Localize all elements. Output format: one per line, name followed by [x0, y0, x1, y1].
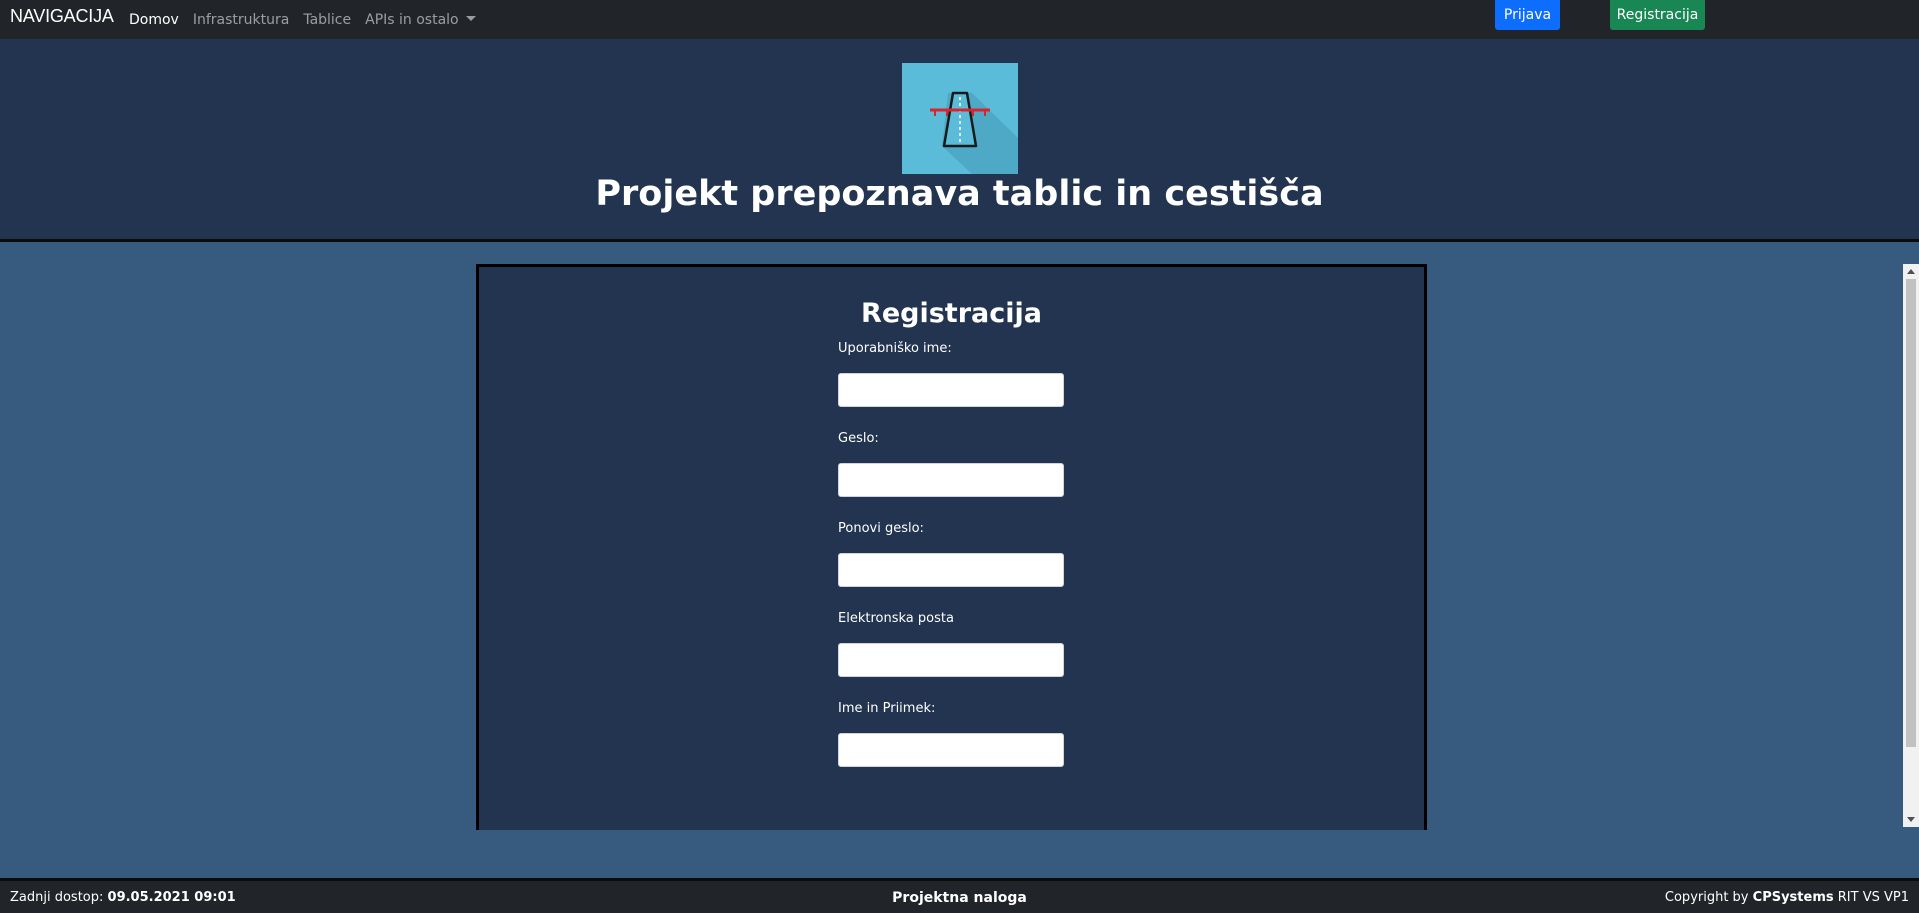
page-title: Projekt prepoznava tablic in cestišča: [595, 174, 1324, 214]
nav-links: Domov Infrastruktura Tablice APIs in ost…: [129, 0, 490, 39]
registration-card: Registracija Uporabniško ime: Geslo: Pon…: [476, 264, 1427, 830]
register-button[interactable]: Registracija: [1610, 0, 1705, 30]
copyright-company: CPSystems: [1752, 890, 1834, 905]
scroll-up-icon[interactable]: [1907, 269, 1915, 274]
navbar-brand[interactable]: NAVIGACIJA: [10, 6, 114, 27]
full-name-label: Ime in Priimek:: [838, 701, 936, 716]
form-title: Registracija: [861, 298, 1042, 329]
password-label: Geslo:: [838, 431, 879, 446]
repeat-password-input[interactable]: [838, 553, 1064, 587]
scroll-down-icon[interactable]: [1907, 817, 1915, 822]
road-bridge-icon: [902, 63, 1018, 174]
email-label: Elektronska posta: [838, 611, 954, 626]
copyright: Copyright by CPSystems RIT VS VP1: [1665, 890, 1909, 905]
nav-dropdown-apis[interactable]: APIs in ostalo: [365, 12, 476, 28]
nav-link-infrastruktura[interactable]: Infrastruktura: [193, 12, 289, 28]
nav-dropdown-apis-label: APIs in ostalo: [365, 11, 459, 28]
top-navbar: NAVIGACIJA Domov Infrastruktura Tablice …: [0, 0, 1919, 39]
page-footer: Zadnji dostop: 09.05.2021 09:01 Projektn…: [0, 878, 1919, 913]
page-header: Projekt prepoznava tablic in cestišča: [0, 39, 1919, 242]
caret-down-icon: [465, 15, 476, 21]
login-button[interactable]: Prijava: [1495, 0, 1560, 30]
scrollbar-thumb[interactable]: [1906, 279, 1916, 747]
password-input[interactable]: [838, 463, 1064, 497]
copyright-suffix: RIT VS VP1: [1837, 890, 1909, 905]
repeat-password-label: Ponovi geslo:: [838, 521, 924, 536]
nav-link-tablice[interactable]: Tablice: [303, 12, 351, 28]
copyright-prefix: Copyright by: [1664, 890, 1749, 905]
footer-center-text: Projektna naloga: [892, 890, 1027, 906]
nav-link-domov[interactable]: Domov: [129, 12, 179, 28]
username-label: Uporabniško ime:: [838, 341, 952, 356]
vertical-scrollbar[interactable]: [1903, 264, 1919, 827]
email-input[interactable]: [838, 643, 1064, 677]
username-input[interactable]: [838, 373, 1064, 407]
full-name-input[interactable]: [838, 733, 1064, 767]
